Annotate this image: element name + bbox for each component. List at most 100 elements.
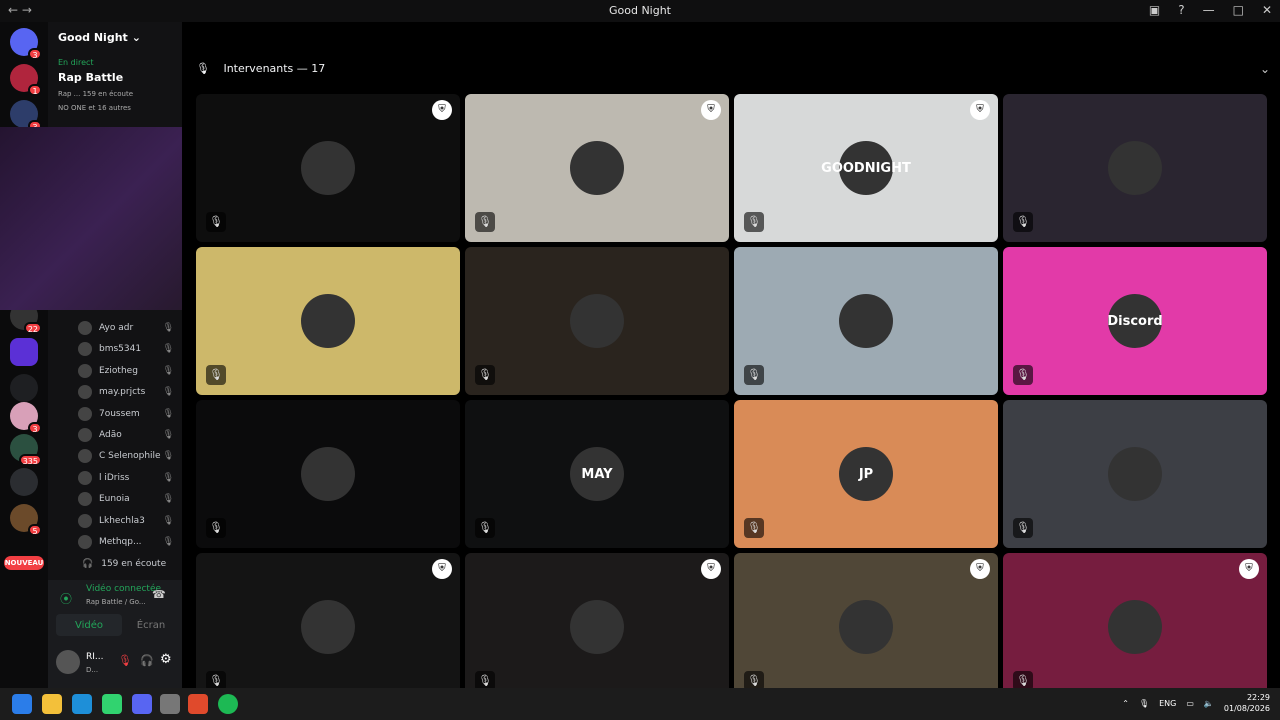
file-explorer-icon[interactable]	[42, 694, 62, 714]
moderator-icon: ⛨	[432, 559, 452, 579]
moderator-icon: ⛨	[701, 100, 721, 120]
avatar	[1108, 600, 1162, 654]
speaker-tile[interactable]: 🎙 ⛨	[196, 94, 460, 242]
minimize-icon[interactable]: —	[1203, 3, 1215, 17]
app-icon[interactable]	[102, 694, 122, 714]
mic-muted-icon: 🎙	[162, 515, 174, 526]
list-item[interactable]: l iDriss 🎙	[78, 468, 184, 488]
listener-count: 🎧 159 en écoute	[82, 559, 167, 569]
member-name: Lkhechla3	[99, 515, 145, 526]
moderator-icon: ⛨	[701, 559, 721, 579]
volume-icon[interactable]: 🔈	[1204, 699, 1214, 708]
avatar	[301, 294, 355, 348]
windows-start-icon[interactable]	[12, 694, 32, 714]
maximize-icon[interactable]: □	[1233, 3, 1244, 17]
mic-muted-icon[interactable]: 🎙	[118, 654, 132, 667]
list-item[interactable]: Ayo adr 🎙	[78, 318, 184, 338]
moderator-icon: ⛨	[970, 559, 990, 579]
speaker-tile[interactable]: GOODNIGHT 🎙 ⛨	[734, 94, 998, 242]
list-item[interactable]: 7oussem 🎙	[78, 404, 184, 424]
network-icon[interactable]: ▭	[1186, 699, 1194, 708]
list-item[interactable]: Adão 🎙	[78, 425, 184, 445]
mic-muted-icon: 🎙	[162, 365, 174, 376]
headphones-icon: 🎧	[82, 559, 94, 569]
disconnect-icon[interactable]: ☎	[152, 588, 166, 601]
speaker-tile[interactable]: JP 🎙	[734, 400, 998, 548]
list-item[interactable]: Methqp... 🎙	[78, 532, 184, 552]
guild-header[interactable]: Good Night ⌄ ⚇	[48, 22, 218, 52]
new-badge: NOUVEAU	[4, 556, 44, 570]
list-item[interactable]: may.prjcts 🎙	[78, 382, 184, 402]
user-status: D...	[86, 666, 99, 674]
discord-icon[interactable]	[132, 694, 152, 714]
avatar: Discord	[1107, 294, 1163, 348]
server-icon[interactable]: 335	[10, 434, 42, 466]
server-icon[interactable]: 3	[10, 100, 42, 132]
avatar	[1108, 447, 1162, 501]
member-name: bms5341	[99, 344, 142, 355]
mic-icon: 🎙	[196, 62, 210, 75]
speaker-tile[interactable]: 🎙 ⛨	[465, 553, 729, 701]
list-item[interactable]: C Selenophile 🎙	[78, 446, 184, 466]
mic-icon[interactable]: 🎙	[1139, 699, 1149, 708]
stage-title[interactable]: Rap Battle	[48, 71, 182, 84]
stage-subtitle: Rap ... 159 en écoute	[58, 90, 134, 98]
home-icon[interactable]: 3	[10, 28, 42, 60]
speaker-tile[interactable]: 🎙	[734, 247, 998, 395]
speaker-tile[interactable]: 🎙 ⛨	[196, 553, 460, 701]
avatar	[78, 363, 92, 378]
speaker-tile[interactable]: 🎙	[196, 247, 460, 395]
avatar	[78, 342, 92, 357]
list-item[interactable]: Eziotheg 🎙	[78, 361, 184, 381]
server-icon[interactable]: 5	[10, 504, 42, 536]
video-button[interactable]: Vidéo	[56, 614, 122, 636]
mic-muted-icon: 🎙	[162, 430, 174, 440]
speaker-tile[interactable]: 🎙	[196, 400, 460, 548]
app-icon[interactable]	[160, 694, 180, 714]
edge-icon[interactable]	[72, 694, 92, 714]
speaker-tile[interactable]: 🎙 ⛨	[465, 94, 729, 242]
speaker-tile[interactable]: 🎙 ⛨	[1003, 553, 1267, 701]
language-indicator[interactable]: ENG	[1159, 699, 1176, 708]
mic-muted-icon: 🎙	[475, 518, 495, 538]
speaker-tile[interactable]: 🎙	[465, 247, 729, 395]
spotify-icon[interactable]	[218, 694, 238, 714]
server-icon[interactable]	[10, 468, 38, 496]
member-name: may.prjcts	[99, 387, 146, 398]
guild-name: Good Night	[58, 30, 128, 44]
help-icon[interactable]: ?	[1178, 3, 1184, 17]
chevron-down-icon[interactable]: ⌄	[1260, 62, 1270, 76]
chevron-up-icon[interactable]: ⌃	[1122, 699, 1129, 708]
chevron-down-icon: ⌄	[131, 30, 142, 44]
user-name: RI...	[86, 652, 104, 662]
headphones-icon[interactable]: 🎧	[140, 654, 154, 667]
server-icon[interactable]	[10, 338, 38, 366]
voice-channel[interactable]: Rap Battle / Go...	[86, 598, 146, 606]
avatar	[78, 513, 92, 528]
stage-view: 🎙 Intervenants — 17 ⌄ 🎙 ⛨ 🎙 ⛨ GOODNIGHT 🎙 ⛨ 🎙 🎙 🎙…	[182, 22, 1280, 701]
server-icon[interactable]: 3	[10, 402, 42, 434]
speaker-tile[interactable]: 🎙	[1003, 94, 1267, 242]
speaker-tile[interactable]: MAY 🎙	[465, 400, 729, 548]
server-icon[interactable]: 1	[10, 64, 42, 96]
screen-share-button[interactable]: Écran	[128, 614, 174, 636]
close-icon[interactable]: ✕	[1262, 3, 1272, 17]
moderator-icon: ⛨	[432, 100, 452, 120]
speaker-tile[interactable]: 🎙	[1003, 400, 1267, 548]
speaker-tile[interactable]: Discord 🎙	[1003, 247, 1267, 395]
inbox-icon[interactable]: ▣	[1149, 3, 1160, 17]
list-item[interactable]: bms5341 🎙	[78, 339, 184, 359]
mic-muted-icon: 🎙	[1013, 518, 1033, 538]
member-name: Methqp...	[99, 537, 142, 547]
window-controls: ▣ ? — □ ✕	[1149, 3, 1272, 17]
list-item[interactable]: Eunoia 🎙	[78, 489, 184, 509]
speaker-tile[interactable]: 🎙 ⛨	[734, 553, 998, 701]
avatar[interactable]	[56, 650, 80, 674]
brave-icon[interactable]	[188, 694, 208, 714]
gear-icon[interactable]: ⚙	[160, 652, 172, 667]
folder-icon[interactable]	[10, 374, 38, 402]
member-name: Eunoia	[99, 494, 130, 505]
list-item[interactable]: Lkhechla3 🎙	[78, 511, 184, 531]
server-list: 3 1 3 22 3 335 5 NOUVEAU	[0, 22, 48, 688]
clock[interactable]: 22:29 01/08/2026	[1224, 692, 1270, 714]
